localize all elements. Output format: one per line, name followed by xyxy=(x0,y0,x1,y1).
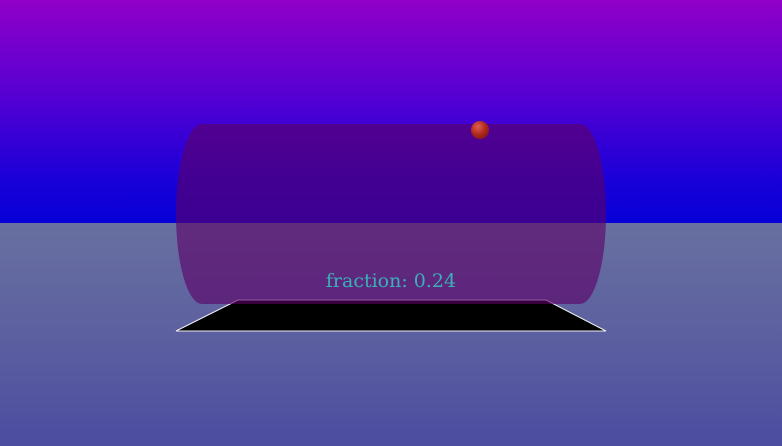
game-viewport[interactable]: fraction: 0.24 xyxy=(0,0,782,446)
fraction-label: fraction: 0.24 xyxy=(325,270,457,292)
red-ball-icon[interactable] xyxy=(471,121,489,139)
platform-shape xyxy=(175,299,607,332)
